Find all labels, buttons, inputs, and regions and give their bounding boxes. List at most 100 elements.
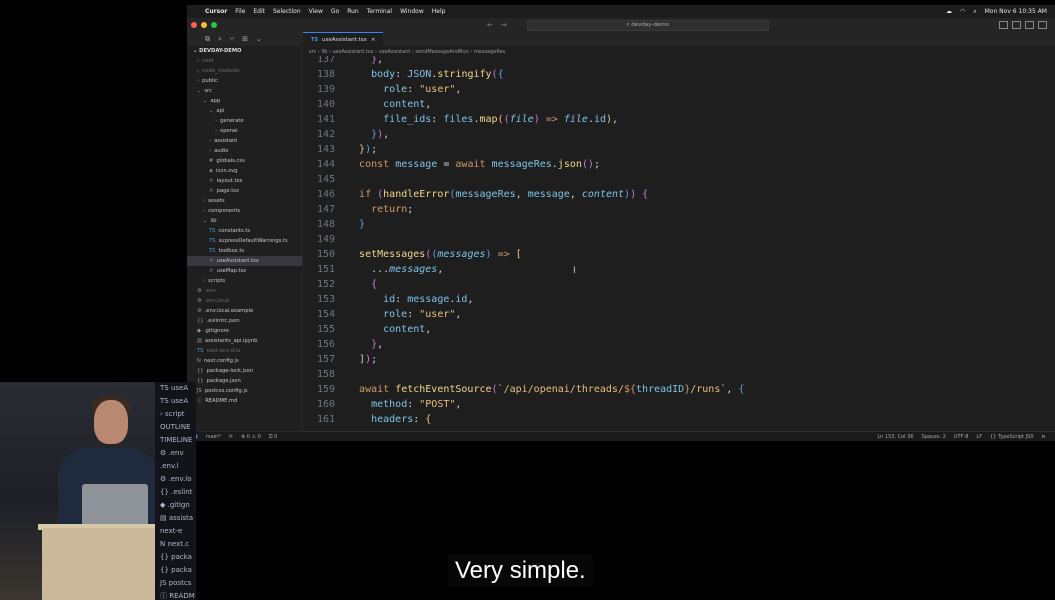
file-tree-item[interactable]: › assets (187, 196, 302, 206)
code-text: return; (371, 204, 414, 215)
line-number: 154 (316, 309, 335, 320)
menu-file[interactable]: File (235, 8, 245, 15)
tab-useassistant[interactable]: TS useAssistant.tsx × (303, 32, 384, 46)
menu-edit[interactable]: Edit (253, 8, 265, 15)
file-tree-item[interactable]: ⚛ layout.tsx (187, 176, 302, 186)
menu-app-name[interactable]: Cursor (205, 8, 227, 15)
menu-help[interactable]: Help (432, 8, 446, 15)
presenter-webcam: TS useA TS useA › script OUTLINE TIMELINE ⚙ .… (0, 382, 196, 600)
file-tree-item[interactable]: JS postcss.config.js (187, 386, 302, 396)
end-of-line[interactable]: LF (976, 434, 982, 440)
file-tree-item[interactable]: TS supressDefaultWarnings.ts (187, 236, 302, 246)
zoomed-explorer-item: TS useA (160, 384, 189, 392)
menu-run[interactable]: Run (347, 8, 359, 15)
file-tree-item[interactable]: › node_modules (187, 66, 302, 76)
notifications-icon[interactable]: ⍾ (1042, 434, 1045, 440)
menu-selection[interactable]: Selection (273, 8, 301, 15)
chevron-down-icon[interactable]: ⌄ (256, 35, 262, 43)
file-tree-item[interactable]: TS constants.ts (187, 226, 302, 236)
toggle-sidebar-icon[interactable] (999, 21, 1008, 29)
forward-arrow-icon[interactable]: → (501, 21, 507, 29)
problems-count[interactable]: ⊗ 0 ⚠ 0 (241, 434, 261, 440)
file-tree-item[interactable]: ▤ assistants_api.ipynb (187, 336, 302, 346)
code-text: }); (359, 144, 378, 155)
breadcrumb-function[interactable]: useAssistant (379, 49, 411, 55)
file-tree-item[interactable]: ⚛ useAssistant.tsx (187, 256, 302, 266)
file-tree-item[interactable]: ⌄ app (187, 96, 302, 106)
indentation[interactable]: Spaces: 2 (922, 434, 946, 440)
file-tree-item[interactable]: › next (187, 56, 302, 66)
breadcrumb-variable[interactable]: messageRes (474, 49, 505, 55)
sync-icon[interactable]: ⟳ (229, 434, 233, 440)
explorer-root[interactable]: ⌄ DEVDAY-DEMO (187, 46, 302, 56)
zoom-window-button[interactable] (211, 22, 217, 28)
file-tree-item[interactable]: › assistant (187, 136, 302, 146)
minimize-window-button[interactable] (201, 22, 207, 28)
breadcrumb-inner-function[interactable]: sendMessageAndRun (415, 49, 468, 55)
breadcrumb-lib[interactable]: lib (322, 49, 328, 55)
git-branch[interactable]: main* (206, 434, 221, 440)
breadcrumb-file[interactable]: useAssistant.tsx (333, 49, 374, 55)
file-tree-item[interactable]: ⚙ .env (187, 286, 302, 296)
menu-window[interactable]: Window (400, 8, 424, 15)
file-tree-item[interactable]: ⓘ README.md (187, 396, 302, 406)
extensions-icon[interactable]: ⊞ (242, 35, 248, 43)
zoomed-explorer-panel: TS useA TS useA › script OUTLINE TIMELINE ⚙ .… (155, 382, 196, 600)
breadcrumb-src[interactable]: src (309, 49, 316, 55)
file-tree-item[interactable]: › openai (187, 126, 302, 136)
menu-view[interactable]: View (309, 8, 323, 15)
line-number: 149 (316, 234, 335, 245)
cursor-position[interactable]: Ln 153, Col 36 (877, 434, 913, 440)
file-tree-label: icon.svg (216, 168, 238, 174)
file-tree-item[interactable]: TS next-env.d.ts (187, 346, 302, 356)
file-tree-item[interactable]: › scripts (187, 276, 302, 286)
line-number: 143 (316, 144, 335, 155)
toggle-panel-icon[interactable] (1012, 21, 1021, 29)
file-tree-item[interactable]: Nnext.config.js (187, 356, 302, 366)
command-center-search[interactable]: ⌕ devday-demo (526, 19, 769, 31)
file-tree-item[interactable]: TS toolbox.ts (187, 246, 302, 256)
file-tree-item[interactable]: › audio (187, 146, 302, 156)
language-mode[interactable]: {} TypeScript JSX (990, 434, 1034, 440)
close-tab-icon[interactable]: × (371, 37, 376, 43)
file-tree-label: .gitignore (204, 328, 229, 334)
file-tree-item[interactable]: › generate (187, 116, 302, 126)
file-tree-item[interactable]: ⚛ page.tsx (187, 186, 302, 196)
wifi-icon[interactable]: ◠ (960, 8, 965, 15)
close-window-button[interactable] (191, 22, 197, 28)
ports-count[interactable]: ⚿ 0 (269, 434, 278, 440)
source-control-icon[interactable]: ⑂ (230, 35, 234, 43)
file-tree-item[interactable]: › public (187, 76, 302, 86)
file-explorer: ⌄ DEVDAY-DEMO › next › node_modules › public ⌄… (187, 46, 303, 431)
file-tree-label: assistants_api.ipynb (204, 338, 258, 344)
file-tree-item[interactable]: {} package-lock.json (187, 366, 302, 376)
file-tree-label: audio (214, 148, 229, 154)
file-tree-item[interactable]: ⚙ .env.local.example (187, 306, 302, 316)
file-encoding[interactable]: UTF-8 (954, 434, 969, 440)
menu-terminal[interactable]: Terminal (367, 8, 392, 15)
file-tree-item[interactable]: ⚙ .env.local (187, 296, 302, 306)
customize-layout-icon[interactable] (1038, 21, 1047, 29)
search-icon[interactable]: ⌕ (218, 35, 222, 44)
file-tree-item[interactable]: ⌄ api (187, 106, 302, 116)
search-icon[interactable]: ⌕ (973, 8, 976, 16)
files-icon[interactable]: ⧉ (205, 35, 210, 44)
file-tree-label: assets (208, 198, 225, 204)
file-tree-item[interactable]: ◆ .gitignore (187, 326, 302, 336)
file-tree-item[interactable]: › components (187, 206, 302, 216)
file-tree-item[interactable]: ⌄ lib (187, 216, 302, 226)
cloud-icon[interactable]: ☁ (946, 8, 952, 15)
file-tree-label: supressDefaultWarnings.ts (218, 238, 288, 244)
file-tree-item[interactable]: ⚛ useMap.tsx (187, 266, 302, 276)
file-tree-item[interactable]: # globals.css (187, 156, 302, 166)
menu-clock[interactable]: Mon Nov 6 10:35 AM (985, 8, 1047, 15)
back-arrow-icon[interactable]: ← (487, 21, 493, 29)
menu-go[interactable]: Go (331, 8, 339, 15)
toggle-secondary-sidebar-icon[interactable] (1025, 21, 1034, 29)
file-tree-item[interactable]: {} .eslintrc.json (187, 316, 302, 326)
file-tree-item[interactable]: ◈ icon.svg (187, 166, 302, 176)
file-tree-item[interactable]: ⌄ src (187, 86, 302, 96)
file-tree-item[interactable]: {} package.json (187, 376, 302, 386)
code-editor[interactable]: 137 }, 138 body: JSON.stringify({139 role… (303, 56, 1055, 431)
file-type-icon: TS (209, 238, 216, 244)
